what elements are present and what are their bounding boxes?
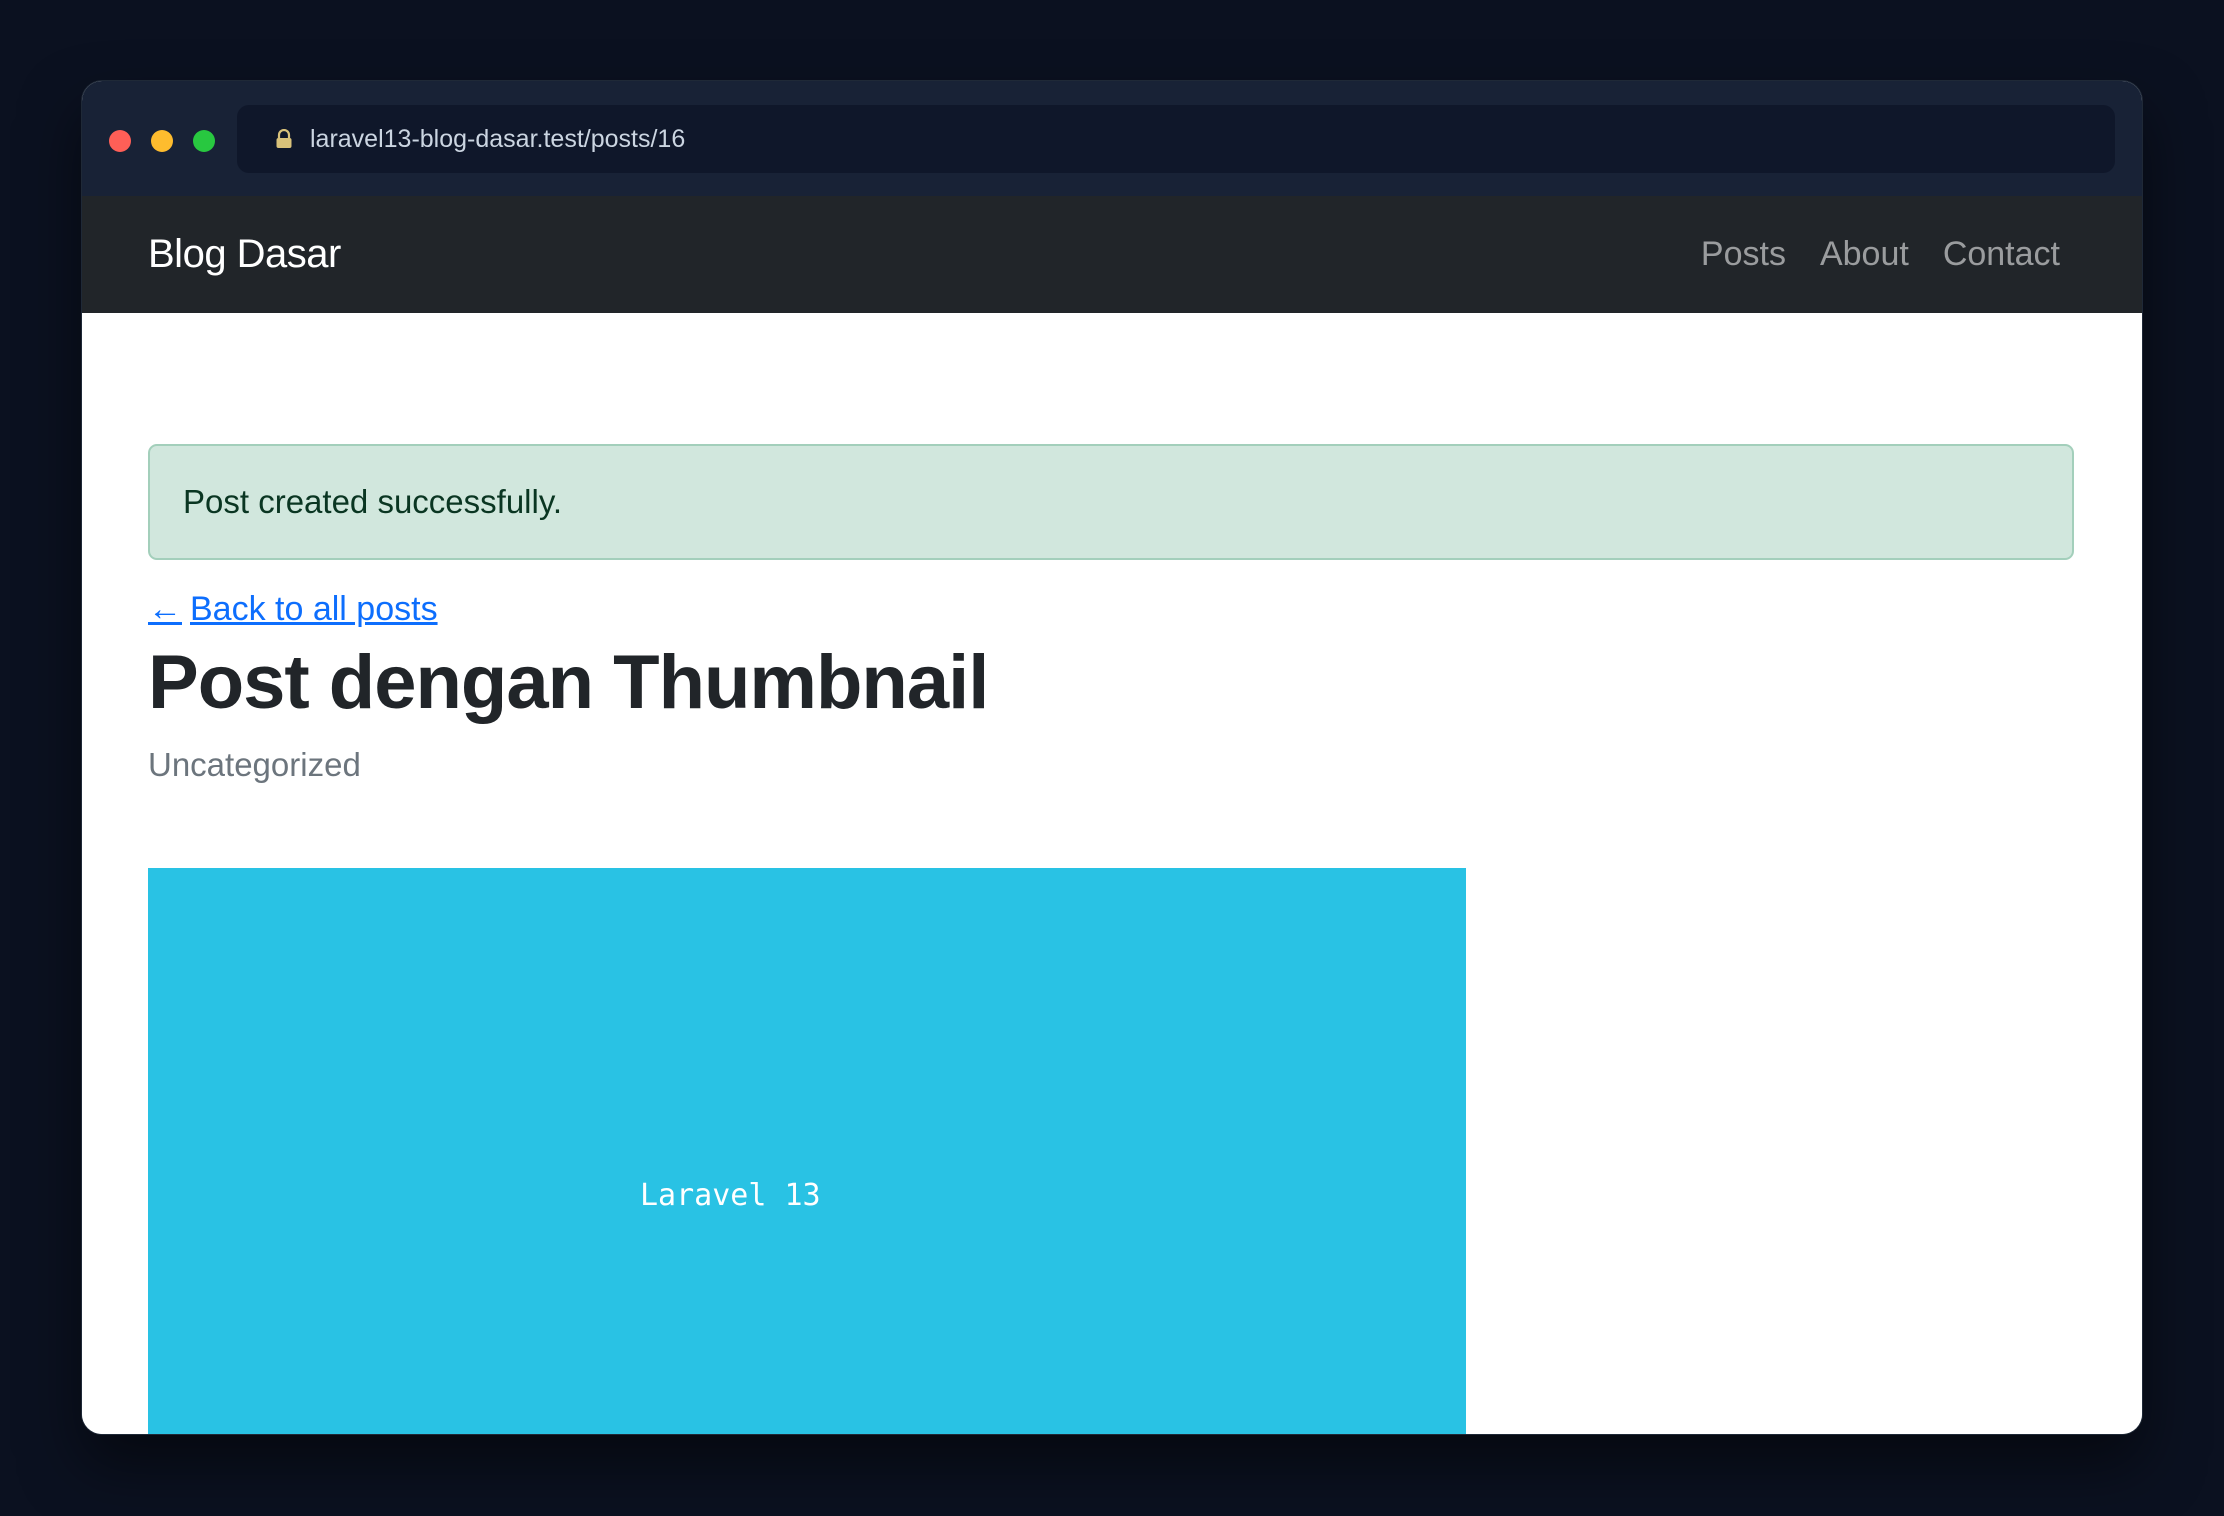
nav-link-about[interactable]: About [1820, 235, 1909, 274]
site-navbar: Blog Dasar Posts About Contact [82, 196, 2142, 313]
browser-window: laravel13-blog-dasar.test/posts/16 Blog … [82, 81, 2142, 1434]
back-link-label: Back to all posts [190, 590, 438, 628]
nav-links: Posts About Contact [1701, 196, 2060, 313]
thumbnail-caption: Laravel 13 [640, 1178, 821, 1213]
alert-message: Post created successfully. [183, 483, 563, 520]
post-thumbnail: Laravel 13 [148, 868, 1466, 1434]
back-to-posts-link[interactable]: ← Back to all posts [148, 587, 438, 631]
back-arrow-icon: ← [148, 590, 182, 628]
minimize-window-button[interactable] [151, 130, 173, 152]
maximize-window-button[interactable] [193, 130, 215, 152]
nav-link-posts[interactable]: Posts [1701, 235, 1786, 274]
lock-icon [276, 129, 292, 148]
site-brand[interactable]: Blog Dasar [148, 196, 341, 313]
address-bar[interactable]: laravel13-blog-dasar.test/posts/16 [237, 105, 2115, 173]
nav-link-contact[interactable]: Contact [1943, 235, 2060, 274]
success-alert: Post created successfully. [148, 444, 2074, 560]
post-category: Uncategorized [148, 746, 361, 783]
post-title: Post dengan Thumbnail [148, 640, 989, 725]
page-content: Post created successfully. ← Back to all … [82, 313, 2142, 1434]
url-text: laravel13-blog-dasar.test/posts/16 [310, 125, 686, 153]
close-window-button[interactable] [109, 130, 131, 152]
browser-chrome: laravel13-blog-dasar.test/posts/16 [82, 81, 2142, 196]
